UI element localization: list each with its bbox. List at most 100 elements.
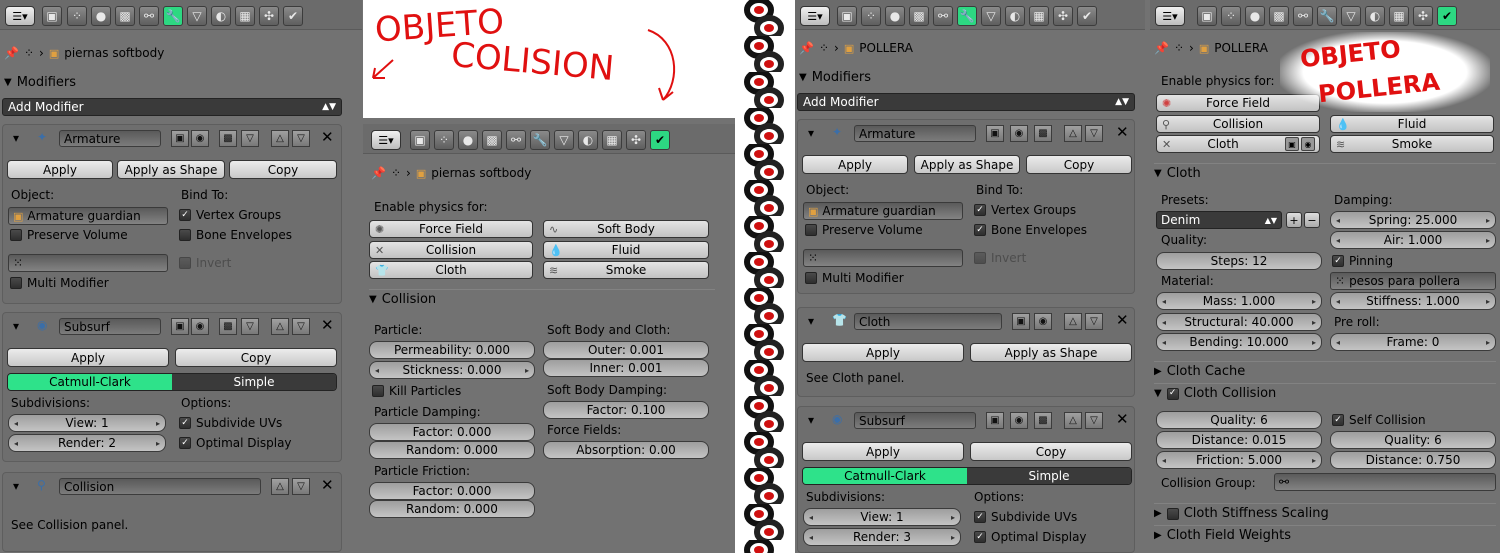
subsurf-name-field[interactable]: Subsurf — [59, 318, 161, 335]
soft-body-button[interactable]: ∿ Soft Body — [543, 220, 709, 238]
subdivide-uvs-checkbox[interactable]: ✓ Subdivide UVs — [974, 510, 1077, 524]
apply-button[interactable]: Apply — [802, 155, 908, 174]
multi-modifier-checkbox[interactable]: Multi Modifier — [805, 271, 904, 285]
particles-icon[interactable]: ✣ — [1053, 6, 1073, 26]
move-down-icon[interactable]: ▽ — [292, 130, 310, 147]
copy-button[interactable]: Copy — [970, 442, 1132, 461]
eye-icon[interactable]: ◉ — [191, 130, 209, 147]
apply-as-shape-button[interactable]: Apply as Shape — [117, 160, 225, 179]
fluid-button[interactable]: 💧 Fluid — [543, 241, 709, 259]
particles-icon[interactable]: ✣ — [626, 130, 646, 150]
collision-name-field[interactable]: Collision — [59, 478, 261, 495]
constraints-icon[interactable]: ⚯ — [933, 6, 953, 26]
move-down-icon[interactable]: ▽ — [292, 318, 310, 335]
modifiers-wrench-icon[interactable]: 🔧 — [1317, 6, 1337, 26]
texture-icon[interactable]: ▦ — [235, 6, 255, 26]
cloth-name-field[interactable]: Cloth — [854, 313, 1002, 330]
material-icon[interactable]: ◐ — [211, 6, 231, 26]
cloth-button[interactable]: 👕 Cloth — [369, 261, 533, 279]
close-icon[interactable]: ✕ — [1116, 410, 1129, 428]
invert-checkbox[interactable]: Invert — [179, 256, 231, 270]
pin-icon[interactable]: 📌 — [1154, 41, 1169, 55]
collision-quality-field[interactable]: Quality: 6 — [1156, 411, 1322, 429]
material-icon[interactable]: ◐ — [578, 130, 598, 150]
cloth-collision-checkbox[interactable]: ✓ — [1166, 387, 1179, 400]
pinning-checkbox[interactable]: ✓ Pinning — [1332, 254, 1393, 268]
structural-field[interactable]: ◂ Structural: 40.000 ▸ — [1156, 313, 1322, 331]
move-down-icon[interactable]: ▽ — [1085, 313, 1103, 330]
cloth-button[interactable]: ✕ Cloth ▣ ◉ — [1156, 135, 1320, 153]
collapse-arrow-icon[interactable]: ▾ — [808, 126, 814, 140]
bone-envelopes-checkbox[interactable]: Bone Envelopes — [179, 228, 292, 242]
collision-distance-field[interactable]: Distance: 0.015 — [1156, 431, 1322, 449]
material-icon[interactable]: ◐ — [1365, 6, 1385, 26]
pf-factor-field[interactable]: Factor: 0.000 — [369, 482, 535, 500]
copy-button[interactable]: Copy — [1026, 155, 1132, 174]
outer-field[interactable]: Outer: 0.001 — [543, 341, 709, 359]
self-collision-distance-field[interactable]: Distance: 0.750 — [1330, 451, 1496, 469]
stiffness-field[interactable]: ◂ Stiffness: 1.000 ▸ — [1330, 292, 1496, 310]
render-camera-icon[interactable]: ▩ — [219, 318, 237, 335]
optimal-display-checkbox[interactable]: ✓ Optimal Display — [179, 436, 292, 450]
move-up-icon[interactable]: △ — [1064, 313, 1082, 330]
collapse-arrow-icon[interactable]: ▾ — [13, 479, 19, 493]
vertex-groups-checkbox[interactable]: ✓ Vertex Groups — [974, 203, 1076, 217]
render-camera-icon[interactable]: ▩ — [1034, 412, 1052, 429]
cloth-stiffness-scaling-header[interactable]: ▶ Cloth Stiffness Scaling — [1154, 503, 1496, 523]
remove-preset-button[interactable]: − — [1304, 212, 1320, 228]
smoke-button[interactable]: ≋ Smoke — [543, 261, 709, 279]
editor-type-button[interactable]: ☰▾ — [1155, 6, 1185, 26]
scene-icon[interactable]: ⁘ — [67, 6, 87, 26]
kill-particles-checkbox[interactable]: Kill Particles — [372, 384, 461, 398]
scene-icon[interactable]: ⁘ — [434, 130, 454, 150]
editmode-icon[interactable]: ▣ — [986, 412, 1004, 429]
spring-field[interactable]: ◂ Spring: 25.000 ▸ — [1330, 211, 1496, 229]
editmode-icon[interactable]: ▣ — [986, 125, 1004, 142]
apply-button[interactable]: Apply — [802, 442, 964, 461]
view-levels-field[interactable]: ◂ View: 1 ▸ — [8, 414, 166, 432]
physics-icon[interactable]: ✔ — [1077, 6, 1097, 26]
render-icon[interactable]: ▣ — [410, 130, 430, 150]
object-icon[interactable]: ▩ — [482, 130, 502, 150]
subsurf-name-field[interactable]: Subsurf — [854, 412, 976, 429]
render-levels-field[interactable]: ◂ Render: 2 ▸ — [8, 434, 166, 452]
render-levels-field[interactable]: ◂ Render: 3 ▸ — [803, 528, 961, 546]
eye-icon[interactable]: ◉ — [1301, 137, 1315, 151]
collapse-arrow-icon[interactable]: ▾ — [13, 319, 19, 333]
smoke-button[interactable]: ≋ Smoke — [1330, 135, 1494, 153]
mass-field[interactable]: ◂ Mass: 1.000 ▸ — [1156, 292, 1322, 310]
data-icon[interactable]: ▽ — [1341, 6, 1361, 26]
move-up-icon[interactable]: △ — [271, 318, 289, 335]
cage-icon[interactable]: ▽ — [241, 318, 259, 335]
self-collision-quality-field[interactable]: Quality: 6 — [1330, 431, 1496, 449]
pd-random-field[interactable]: Random: 0.000 — [369, 441, 535, 459]
preserve-volume-checkbox[interactable]: Preserve Volume — [10, 228, 128, 242]
eye-icon[interactable]: ◉ — [1010, 125, 1028, 142]
render-camera-icon[interactable]: ▩ — [219, 130, 237, 147]
subdivision-type-toggle[interactable]: Catmull-Clark Simple — [7, 373, 337, 391]
copy-button[interactable]: Copy — [229, 160, 337, 179]
collapse-arrow-icon[interactable]: ▾ — [808, 413, 814, 427]
close-icon[interactable]: ✕ — [1116, 123, 1129, 141]
copy-button[interactable]: Copy — [175, 348, 337, 367]
object-icon[interactable]: ▩ — [909, 6, 929, 26]
pf-random-field[interactable]: Random: 0.000 — [369, 500, 535, 518]
armature-name-field[interactable]: Armature — [59, 130, 161, 147]
world-icon[interactable]: ● — [91, 6, 111, 26]
world-icon[interactable]: ● — [458, 130, 478, 150]
frame-field[interactable]: ◂ Frame: 0 ▸ — [1330, 333, 1496, 351]
collapse-arrow-icon[interactable]: ▾ — [13, 131, 19, 145]
pin-icon[interactable]: 📌 — [799, 41, 814, 55]
editor-type-button[interactable]: ☰▾ — [5, 6, 35, 26]
force-field-button[interactable]: ✺ Force Field — [369, 220, 533, 238]
absorption-field[interactable]: Absorption: 0.00 — [543, 441, 709, 459]
editmode-icon[interactable]: ▣ — [171, 130, 189, 147]
object-field[interactable]: ▣ Armature guardian — [8, 207, 168, 225]
texture-icon[interactable]: ▦ — [1029, 6, 1049, 26]
move-up-icon[interactable]: △ — [1064, 125, 1082, 142]
collapse-arrow-icon[interactable]: ▾ — [808, 314, 814, 328]
eye-icon[interactable]: ◉ — [1010, 412, 1028, 429]
self-collision-checkbox[interactable]: ✓ Self Collision — [1332, 413, 1426, 427]
apply-button[interactable]: Apply — [7, 348, 169, 367]
close-icon[interactable]: ✕ — [321, 476, 334, 494]
